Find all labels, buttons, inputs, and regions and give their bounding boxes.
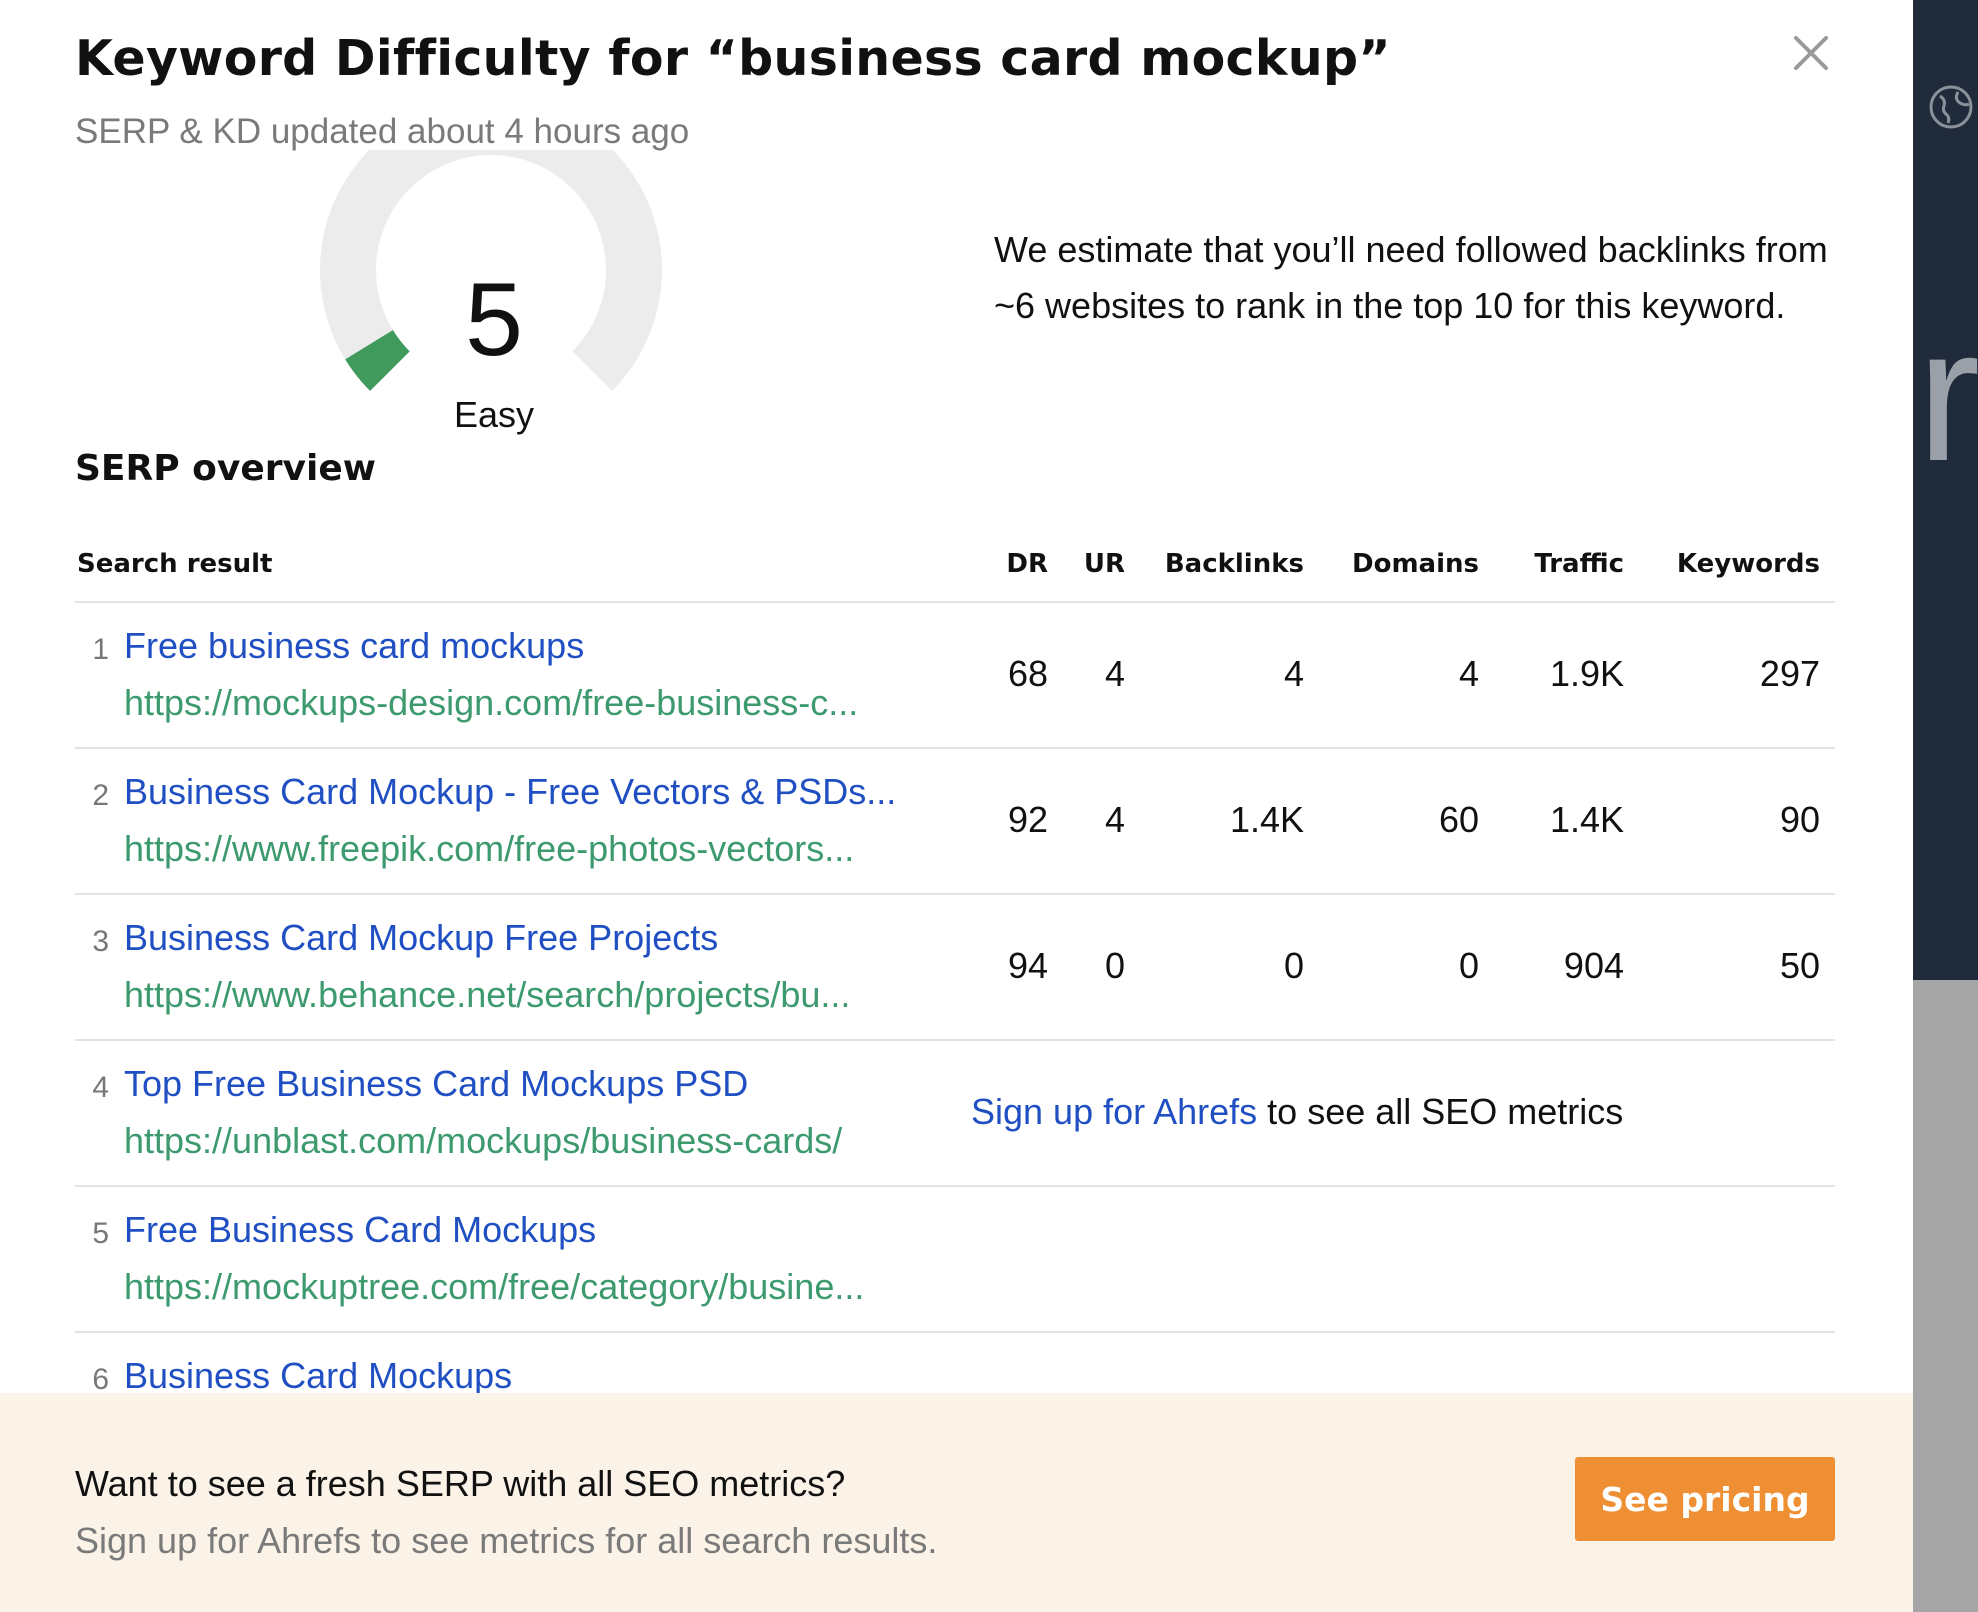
table-header: Search result DR UR Backlinks Domains Tr… [75,545,1835,603]
result-title-link[interactable]: Free Business Card Mockups [124,1209,596,1251]
background-letter: r [1917,289,1978,501]
close-icon[interactable] [1786,28,1836,78]
column-header-traffic: Traffic [1534,549,1624,579]
modal-title: Keyword Difficulty for “business card mo… [75,30,1391,87]
result-rank: 2 [92,779,109,812]
result-title-link[interactable]: Top Free Business Card Mockups PSD [124,1063,748,1105]
table-row: 5 Free Business Card Mockups https://moc… [75,1187,1835,1333]
result-url-link[interactable]: https://mockups-design.com/free-business… [124,682,858,724]
result-domains: 0 [1458,945,1479,986]
result-ur: 4 [1104,799,1125,840]
result-backlinks: 0 [1283,945,1304,986]
difficulty-label: Easy [453,394,535,435]
result-traffic: 904 [1563,945,1624,986]
signup-prompt-text: to see all SEO metrics [1257,1091,1624,1132]
column-header-ur: UR [1083,549,1125,579]
result-keywords: 50 [1779,945,1820,986]
result-url-link[interactable]: https://unblast.com/mockups/business-car… [124,1120,842,1162]
see-pricing-button[interactable]: See pricing [1575,1457,1835,1541]
result-rank: 1 [92,633,109,666]
metrics-signup-prompt: Sign up for Ahrefs to see all SEO metric… [971,1091,1623,1133]
column-header-domains: Domains [1352,549,1479,579]
result-url-link[interactable]: https://www.behance.net/search/projects/… [124,974,850,1016]
result-domains: 60 [1438,799,1479,840]
result-backlinks: 4 [1283,653,1304,694]
result-title-link[interactable]: Business Card Mockups [124,1355,512,1397]
signup-link[interactable]: Sign up for Ahrefs [971,1091,1257,1132]
column-header-search-result: Search result [77,549,273,579]
table-row: 3 Business Card Mockup Free Projects htt… [75,895,1835,1041]
result-rank: 4 [92,1071,109,1104]
result-backlinks: 1.4K [1229,799,1304,840]
result-rank: 6 [92,1363,109,1396]
column-header-dr: DR [1006,549,1048,579]
column-header-keywords: Keywords [1676,549,1820,579]
upsell-footer: Want to see a fresh SERP with all SEO me… [0,1393,1913,1612]
result-dr: 68 [1007,653,1048,694]
result-rank: 5 [92,1217,109,1250]
backlink-estimate: We estimate that you’ll need followed ba… [994,229,1828,326]
result-traffic: 1.4K [1549,799,1624,840]
table-row: 2 Business Card Mockup - Free Vectors & … [75,749,1835,895]
table-row: 1 Free business card mockups https://moc… [75,603,1835,749]
result-dr: 92 [1007,799,1048,840]
result-keywords: 90 [1779,799,1820,840]
globe-icon [1929,85,1973,129]
keyword-difficulty-modal: Keyword Difficulty for “business card mo… [0,0,1913,1612]
result-keywords: 297 [1759,653,1820,694]
result-ur: 0 [1104,945,1125,986]
table-row: 4 Top Free Business Card Mockups PSD htt… [75,1041,1835,1187]
result-url-link[interactable]: https://mockuptree.com/free/category/bus… [124,1266,864,1308]
result-title-link[interactable]: Free business card mockups [124,625,584,667]
result-url-link[interactable]: https://www.freepik.com/free-photos-vect… [124,828,854,870]
result-title-link[interactable]: Business Card Mockup - Free Vectors & PS… [124,771,896,813]
upsell-subtext: Sign up for Ahrefs to see metrics for al… [75,1520,938,1561]
result-title-link[interactable]: Business Card Mockup Free Projects [124,917,718,959]
background-overlay [1913,980,1978,1612]
result-traffic: 1.9K [1549,653,1624,694]
serp-table: Search result DR UR Backlinks Domains Tr… [75,545,1835,1479]
result-dr: 94 [1007,945,1048,986]
upsell-question: Want to see a fresh SERP with all SEO me… [75,1463,846,1504]
serp-overview-heading: SERP overview [75,448,377,489]
result-ur: 4 [1104,653,1125,694]
update-status: SERP & KD updated about 4 hours ago [75,112,690,151]
result-rank: 3 [92,925,109,958]
column-header-backlinks: Backlinks [1164,549,1304,579]
difficulty-score: 5 [465,262,523,378]
gauge-fill [345,329,411,391]
result-domains: 4 [1458,653,1479,694]
